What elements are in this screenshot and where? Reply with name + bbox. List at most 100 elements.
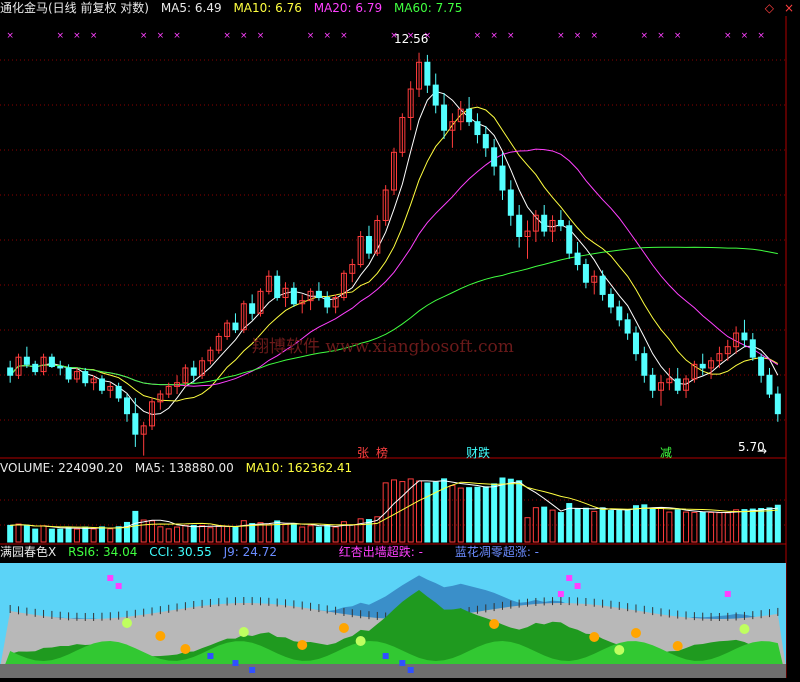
blue-signal-mark	[207, 653, 214, 659]
fruit-icon	[489, 619, 500, 629]
candle-body	[624, 319, 631, 334]
volume-bar	[491, 483, 498, 543]
candle-body	[466, 108, 473, 123]
candle-body	[616, 306, 623, 321]
ma60-line	[9, 246, 778, 386]
volume-bar	[57, 528, 64, 543]
volume-bar	[48, 528, 55, 543]
candle-body	[23, 356, 30, 365]
event-caidie[interactable]: 财跌	[466, 444, 490, 461]
candle-body	[599, 275, 606, 295]
red-signal-mark	[566, 575, 573, 581]
event-zhang[interactable]: 张	[357, 444, 369, 461]
fruit-icon	[589, 632, 600, 642]
volume-bar	[591, 510, 598, 543]
volume-bar	[240, 520, 247, 543]
signal-mark: ×	[223, 31, 231, 41]
volume-bar	[683, 511, 690, 543]
indicator-ground	[0, 664, 786, 678]
volume-bar	[666, 511, 673, 543]
indicator-header: 满园春色X RSI6: 34.04 CCI: 30.55 J9: 24.72 红…	[0, 544, 547, 560]
volume-header: VOLUME: 224090.20 MA5: 138880.00 MA10: 1…	[0, 460, 360, 476]
event-bang[interactable]: 榜	[376, 444, 388, 461]
volume-bar	[466, 487, 473, 543]
volume-bar	[691, 511, 698, 543]
candle-body	[632, 332, 639, 355]
volume-bar	[90, 528, 97, 543]
volume-bar	[224, 526, 231, 543]
signal-mark: ×	[240, 31, 248, 41]
signal-mark: ×	[724, 31, 732, 41]
volume-bar	[199, 525, 206, 543]
blue-signal-mark	[382, 653, 389, 659]
candle-body	[607, 293, 614, 308]
volume-bar	[282, 523, 289, 543]
candle-body	[507, 189, 514, 216]
candle-body	[32, 363, 39, 373]
candle-body	[758, 356, 765, 376]
candle-body	[65, 367, 72, 380]
volume-bar	[516, 480, 523, 543]
candle-body	[7, 367, 14, 376]
volume-bar	[40, 525, 47, 543]
blue-signal-mark	[249, 667, 256, 673]
volume-bar	[708, 512, 715, 543]
candle-body	[566, 225, 573, 254]
volume-bar	[416, 480, 423, 543]
volume-bar	[557, 512, 564, 543]
rsi6-value: RSI6: 34.04	[68, 545, 138, 559]
signal-mark: ×	[590, 31, 598, 41]
signal-mark: ×	[323, 31, 331, 41]
signal-mark: ×	[173, 31, 181, 41]
ma5-line	[9, 90, 779, 415]
volume-bar	[65, 526, 72, 543]
candle-body	[132, 413, 139, 435]
volume-bar	[399, 481, 406, 543]
volume-bar	[532, 507, 539, 543]
volume-ma5: MA5: 138880.00	[134, 461, 234, 475]
blue-signal: 蓝花凋零超涨: -	[454, 545, 540, 559]
volume-bar	[424, 482, 431, 543]
candle-body	[766, 374, 773, 395]
signal-mark: ×	[157, 31, 165, 41]
candle-body	[365, 236, 372, 254]
candle-body	[574, 252, 581, 266]
volume-bar	[574, 508, 581, 543]
fruit-icon	[614, 645, 625, 655]
volume-bar	[649, 507, 656, 543]
signal-mark: ×	[340, 31, 348, 41]
candle-body	[491, 147, 498, 167]
candle-body	[641, 353, 648, 376]
fruit-icon	[121, 618, 132, 628]
volume-bar	[357, 518, 364, 543]
signal-mark: ×	[307, 31, 315, 41]
volume-ma5-line	[10, 480, 778, 529]
candle-body	[741, 332, 748, 341]
candle-body	[557, 219, 564, 227]
candle-body	[123, 397, 130, 415]
volume-bar	[507, 478, 514, 543]
volume-bar	[107, 528, 114, 543]
volume-bar	[616, 509, 623, 543]
candle-body	[249, 303, 256, 314]
volume-bar	[332, 526, 339, 543]
red-signal-mark	[724, 591, 731, 597]
volume-bar	[123, 521, 130, 543]
volume-bar	[73, 528, 80, 543]
volume-bar	[774, 504, 781, 543]
candle-body	[649, 374, 656, 391]
candle-body	[324, 297, 331, 308]
volume-bar	[290, 523, 297, 543]
volume-bar	[632, 505, 639, 543]
volume-bar	[190, 524, 197, 543]
volume-bar	[607, 510, 614, 543]
candle-body	[82, 371, 89, 384]
indicator-name: 满园春色X	[0, 545, 57, 559]
candle-body	[98, 378, 105, 391]
event-jian[interactable]: 减	[660, 444, 672, 461]
volume-bar	[23, 525, 30, 543]
volume-bar	[157, 526, 164, 543]
signal-mark: ×	[557, 31, 565, 41]
volume-bar	[716, 512, 723, 543]
signal-mark: ×	[757, 31, 765, 41]
